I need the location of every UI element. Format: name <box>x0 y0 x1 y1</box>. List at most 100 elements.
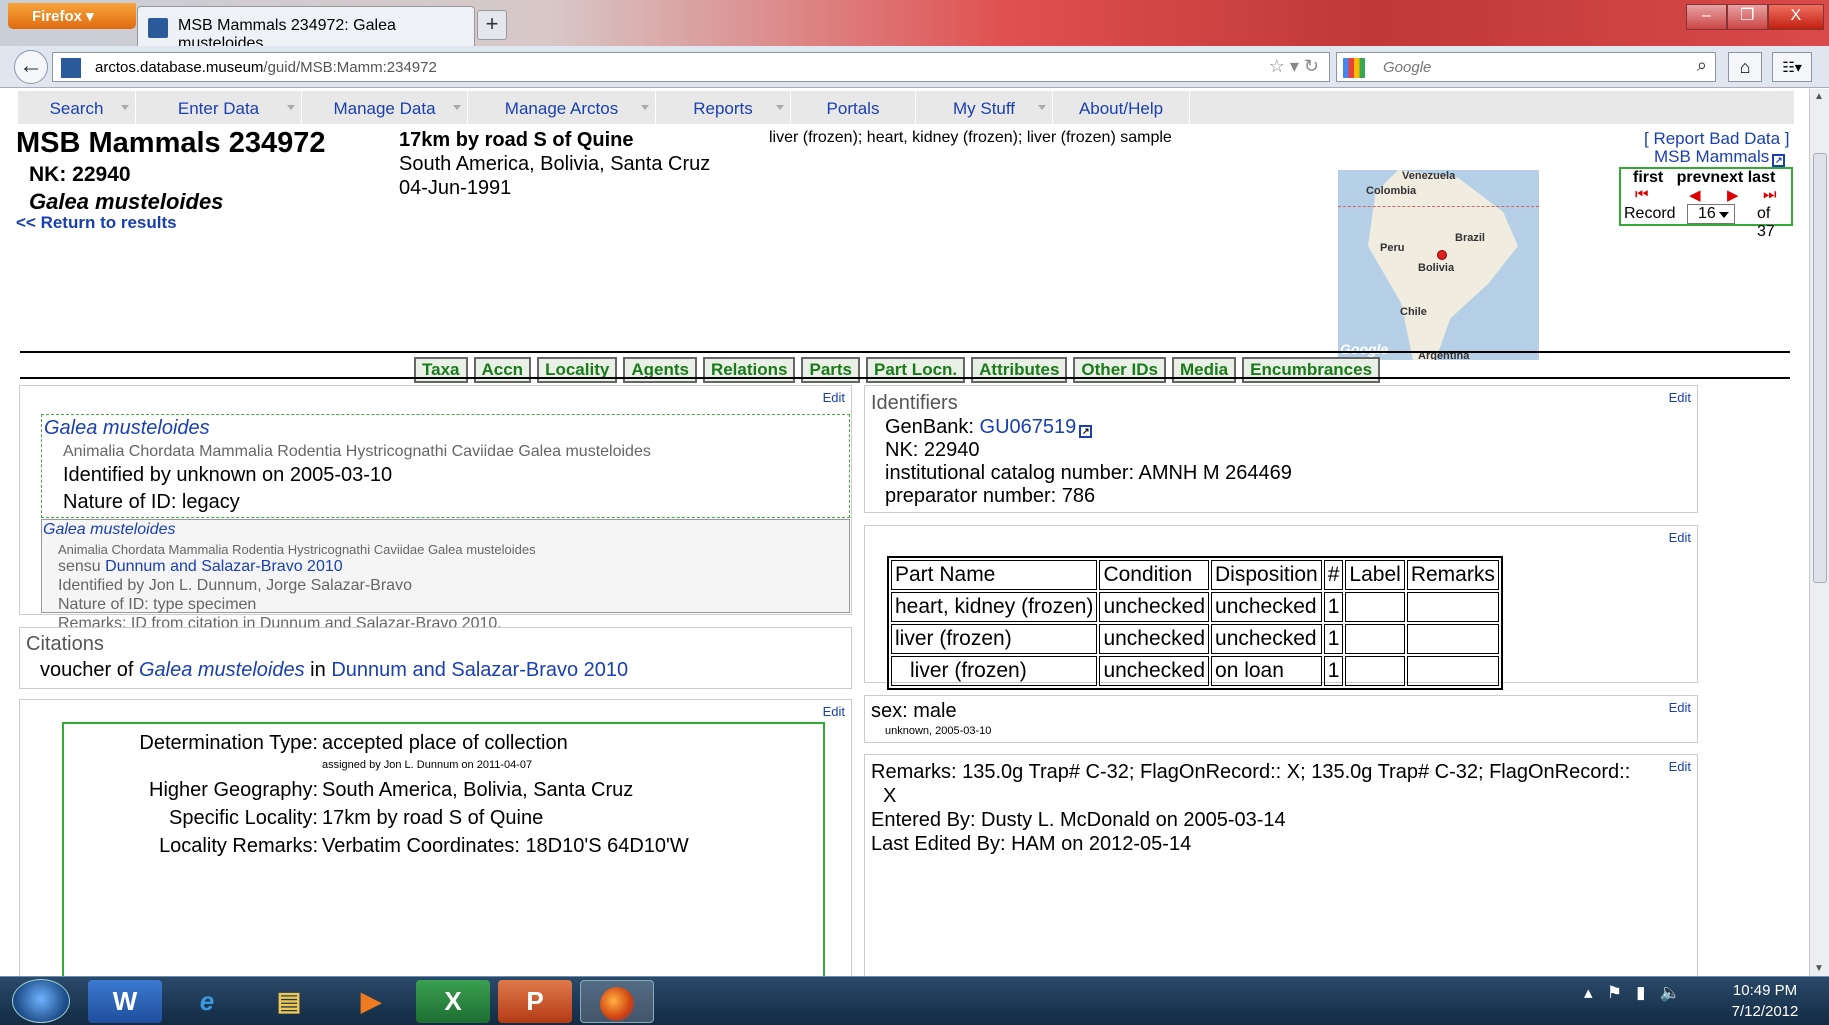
map-watermark: Google <box>1340 341 1389 357</box>
return-to-results-link[interactable]: << Return to results <box>16 213 177 233</box>
next-record-icon[interactable]: ▶ <box>1727 186 1739 204</box>
record-nk: NK: 22940 <box>29 163 131 186</box>
system-tray[interactable]: ▴ ⚑ ▮ 🔈 <box>1584 983 1681 1003</box>
scrollbar-thumb[interactable] <box>1813 153 1827 583</box>
record-of-total: of 37 <box>1757 205 1775 240</box>
parts-table-header: Part Name Condition Disposition # Label … <box>891 560 1499 590</box>
section-link-part-locn[interactable]: Part Locn. <box>866 357 966 383</box>
search-bar[interactable]: Google ⌕ <box>1336 52 1716 82</box>
home-button[interactable]: ⌂ <box>1728 52 1762 82</box>
collection-link[interactable]: MSB Mammals ↗ <box>1654 147 1786 167</box>
site-identity-icon[interactable] <box>61 58 81 78</box>
firefox-taskbar-icon[interactable] <box>580 980 654 1023</box>
citation-publication-link[interactable]: Dunnum and Salazar-Bravo 2010 <box>331 659 628 681</box>
column-header: Disposition <box>1211 560 1322 590</box>
address-bar[interactable]: arctos.database.museum/guid/MSB:Mamm:234… <box>52 52 1330 82</box>
record-navigator: first prevnext last ⏮ ◀ ▶ ⏭ Record 16 of… <box>1619 167 1793 240</box>
section-link-attributes[interactable]: Attributes <box>971 357 1068 383</box>
first-record-icon[interactable]: ⏮ <box>1635 186 1649 203</box>
new-tab-button[interactable]: + <box>477 10 507 40</box>
map-pin-icon[interactable] <box>1437 250 1447 260</box>
genbank-link[interactable]: GU067519 <box>980 416 1077 438</box>
sensu-publication-link[interactable]: Dunnum and Salazar-Bravo 2010 <box>105 558 342 575</box>
navigation-toolbar: ← arctos.database.museum/guid/MSB:Mamm:2… <box>0 46 1829 88</box>
remarks-text-continued: X <box>883 785 897 807</box>
vertical-scrollbar[interactable]: ▲ ▼ <box>1809 89 1829 976</box>
excel-taskbar-icon[interactable]: X <box>416 980 490 1023</box>
taskbar-clock[interactable]: 10:49 PM 7/12/2012 <box>1715 980 1815 1022</box>
edit-remarks-link[interactable]: Edit <box>1669 759 1691 774</box>
prior-taxon-link[interactable]: Galea musteloides <box>43 521 176 539</box>
menu-reports[interactable]: Reports <box>656 91 791 124</box>
section-nav: Taxa Accn Locality Agents Relations Part… <box>414 357 1381 383</box>
section-link-media[interactable]: Media <box>1171 357 1237 383</box>
edit-taxa-link[interactable]: Edit <box>823 390 845 405</box>
menu-enter-data[interactable]: Enter Data <box>136 91 302 124</box>
locality-map[interactable]: Venezuela Colombia Brazil Peru Bolivia C… <box>1338 170 1539 360</box>
browser-tab[interactable]: MSB Mammals 234972: Galea musteloides <box>137 6 475 52</box>
table-cell: 1 <box>1323 592 1344 622</box>
close-button[interactable]: X <box>1767 4 1825 30</box>
section-link-accn[interactable]: Accn <box>473 357 532 383</box>
firefox-menu-button[interactable]: Firefox ▾ <box>8 3 136 29</box>
record-date: 04-Jun-1991 <box>399 177 512 199</box>
column-header: Part Name <box>891 560 1098 590</box>
search-icon[interactable]: ⌕ <box>1697 55 1707 76</box>
section-link-encumbrances[interactable]: Encumbrances <box>1242 357 1381 383</box>
edit-locality-link[interactable]: Edit <box>823 704 845 719</box>
table-cell: heart, kidney (frozen) <box>891 592 1098 622</box>
locality-panel: Edit Determination Type: accepted place … <box>19 699 852 976</box>
citation-taxon-link[interactable]: Galea musteloides <box>139 659 305 681</box>
menu-manage-data[interactable]: Manage Data <box>302 91 468 124</box>
current-taxon-link[interactable]: Galea musteloides <box>44 417 210 440</box>
current-nature-of-id: Nature of ID: legacy <box>63 491 240 513</box>
specific-locality-label: Specific Locality: <box>169 807 318 829</box>
section-link-taxa[interactable]: Taxa <box>414 357 468 383</box>
section-link-locality[interactable]: Locality <box>537 357 618 383</box>
bookmark-star-icon[interactable]: ☆ ▾ ↻ <box>1269 56 1319 77</box>
higher-geography-label: Higher Geography: <box>149 779 318 801</box>
genbank-identifier: GenBank: GU067519 ↗ <box>885 416 1093 439</box>
section-link-other-ids[interactable]: Other IDs <box>1073 357 1166 383</box>
menu-portals[interactable]: Portals <box>791 91 916 124</box>
record-select[interactable]: 16 <box>1687 204 1735 224</box>
file-explorer-taskbar-icon[interactable]: ▤ <box>252 980 326 1023</box>
section-link-relations[interactable]: Relations <box>702 357 796 383</box>
edit-parts-link[interactable]: Edit <box>1669 530 1691 545</box>
chevron-down-icon <box>1038 105 1046 110</box>
table-cell: 1 <box>1323 624 1344 654</box>
site-favicon-icon <box>148 18 168 38</box>
menu-search[interactable]: Search <box>18 91 136 124</box>
menu-about-help[interactable]: About/Help <box>1053 91 1190 124</box>
menu-manage-arctos[interactable]: Manage Arctos <box>468 91 656 124</box>
last-edited-by: Last Edited By: HAM on 2012-05-14 <box>871 833 1192 855</box>
entered-by: Entered By: Dusty L. McDonald on 2005-03… <box>871 809 1286 831</box>
media-player-taskbar-icon[interactable]: ▶ <box>334 980 408 1023</box>
maximize-button[interactable]: ❐ <box>1726 4 1768 30</box>
table-row: liver (frozen) unchecked on loan 1 <box>891 656 1499 686</box>
toolbar-menu-button[interactable]: ☷▾ <box>1772 52 1812 82</box>
chevron-down-icon <box>776 105 784 110</box>
scroll-up-icon[interactable]: ▲ <box>1814 91 1824 102</box>
back-button[interactable]: ← <box>14 50 48 84</box>
minimize-button[interactable]: – <box>1686 4 1727 30</box>
locality-remarks-label: Locality Remarks: <box>159 835 318 857</box>
report-bad-data-link[interactable]: [ Report Bad Data ] <box>1644 129 1790 149</box>
edit-identifiers-link[interactable]: Edit <box>1669 390 1691 405</box>
scroll-down-icon[interactable]: ▼ <box>1814 963 1824 974</box>
start-button[interactable] <box>12 979 70 1023</box>
edit-attributes-link[interactable]: Edit <box>1669 700 1691 715</box>
previous-record-icon[interactable]: ◀ <box>1689 186 1701 204</box>
internet-explorer-taskbar-icon[interactable]: e <box>170 980 244 1023</box>
determination-type-label: Determination Type: <box>139 732 318 754</box>
last-record-icon[interactable]: ⏭ <box>1763 186 1777 203</box>
nk-identifier: NK: 22940 <box>885 439 980 461</box>
section-link-parts[interactable]: Parts <box>801 357 861 383</box>
powerpoint-taskbar-icon[interactable]: P <box>498 980 572 1023</box>
section-link-agents[interactable]: Agents <box>623 357 697 383</box>
word-taskbar-icon[interactable]: W <box>88 980 162 1023</box>
citations-heading: Citations <box>26 633 104 655</box>
google-engine-icon[interactable] <box>1343 58 1365 78</box>
menu-my-stuff[interactable]: My Stuff <box>916 91 1053 124</box>
map-label: Chile <box>1400 306 1427 318</box>
